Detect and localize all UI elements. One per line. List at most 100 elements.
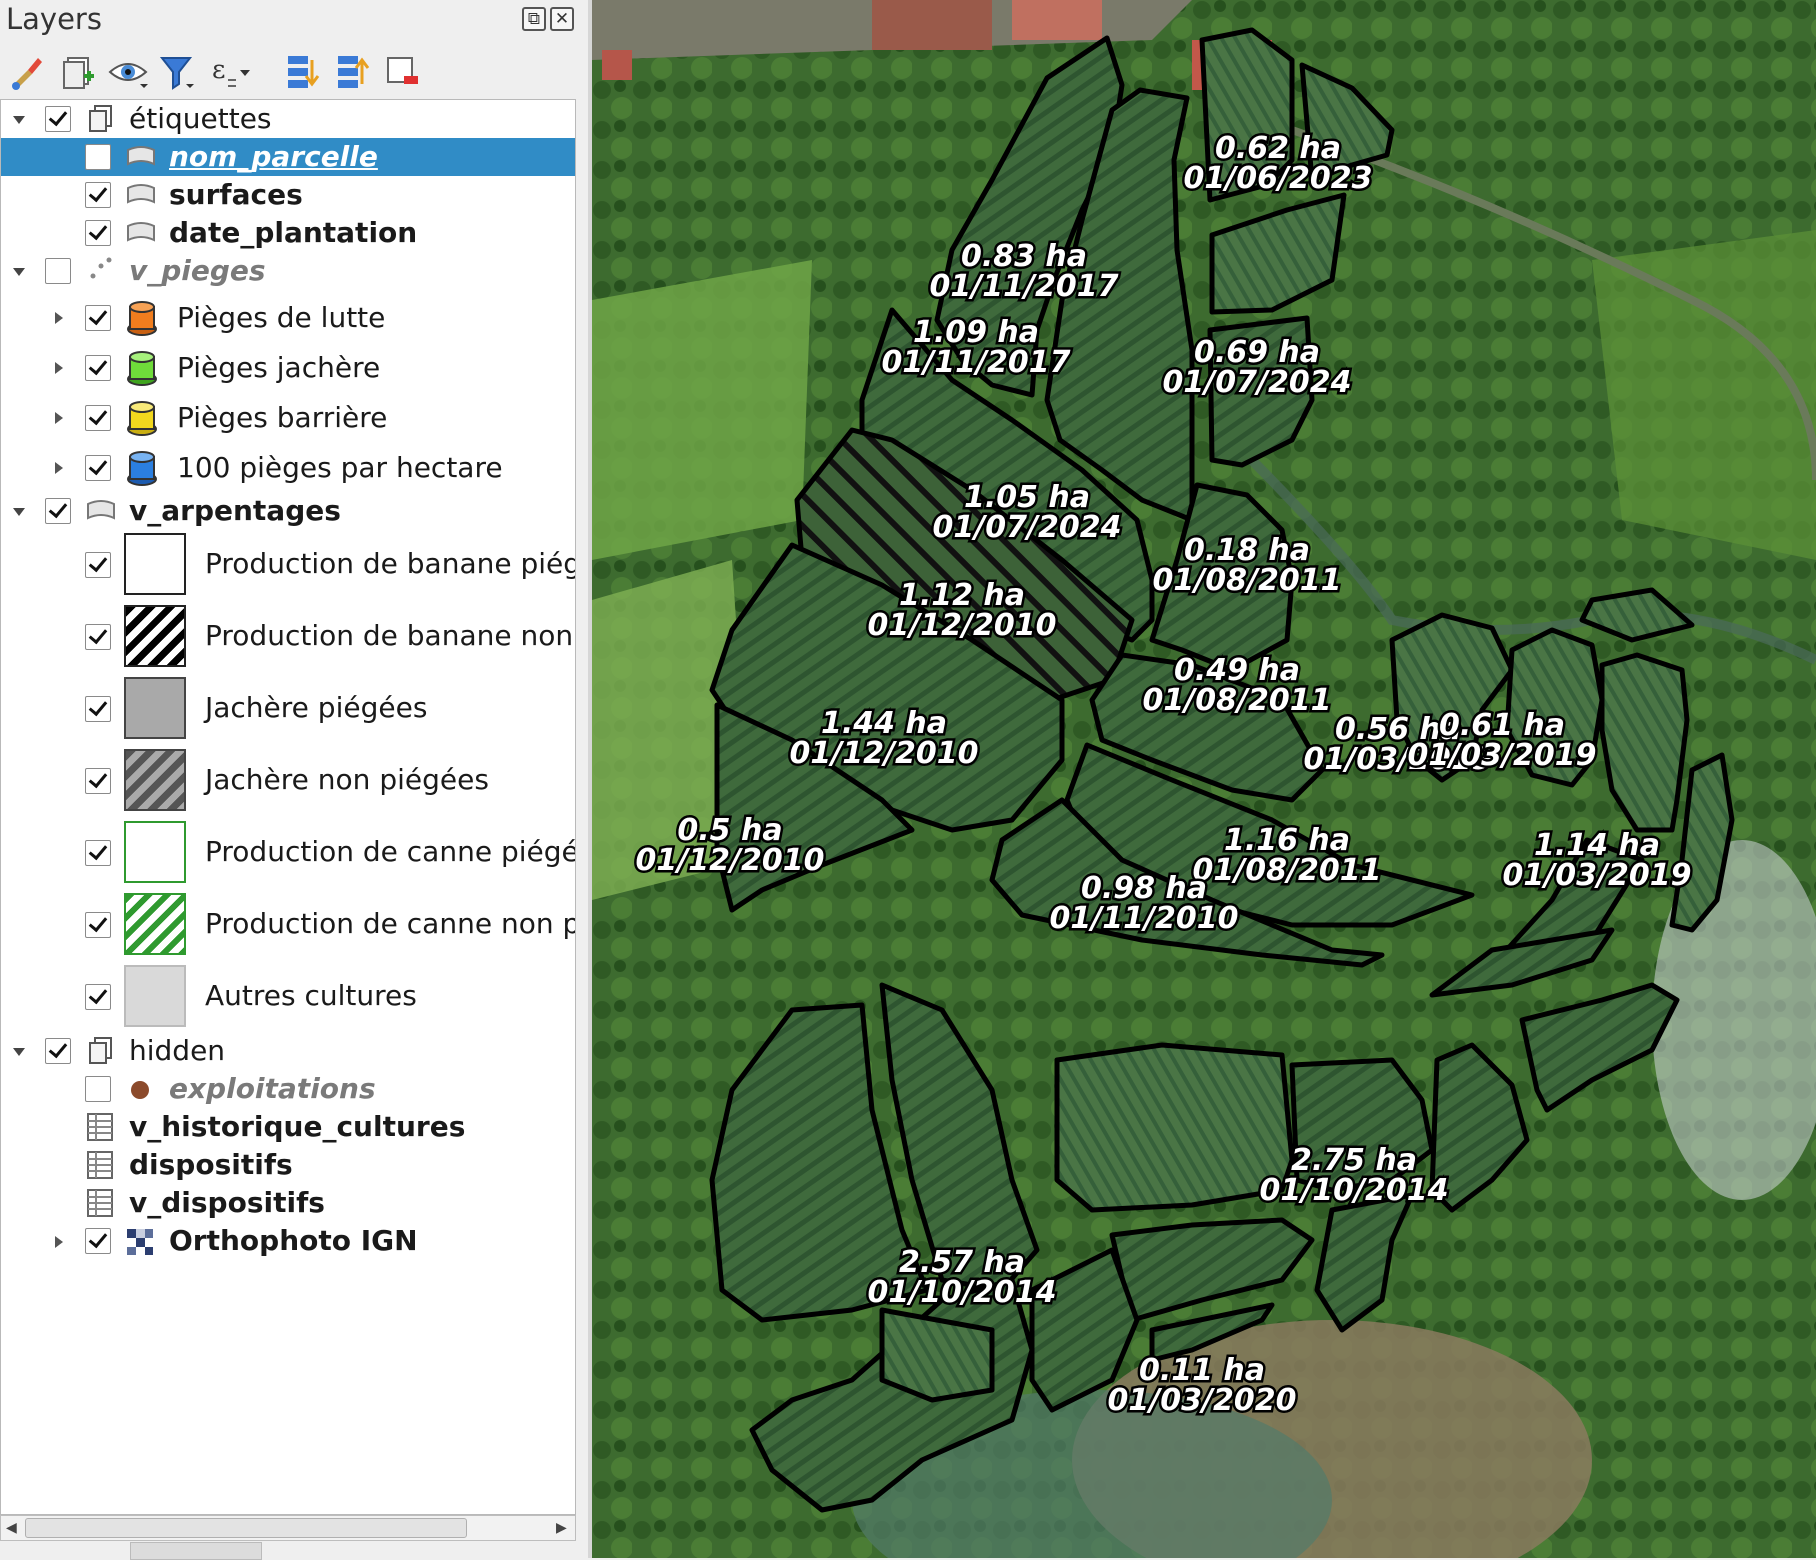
swatch-green-hatch xyxy=(124,893,186,955)
layer-surfaces[interactable]: surfaces xyxy=(1,176,575,214)
checkbox-v-pieges[interactable] xyxy=(45,258,71,284)
trap-orange-icon xyxy=(127,301,157,336)
checkbox-class[interactable] xyxy=(85,696,111,722)
layer-label: v_pieges xyxy=(129,254,266,287)
expand-all-icon[interactable] xyxy=(280,50,324,94)
filter-legend-icon[interactable] xyxy=(156,50,200,94)
chevron-right-icon[interactable] xyxy=(51,310,67,326)
parcel-date-label: 01/03/2020 xyxy=(1108,1383,1297,1418)
legend-class-1[interactable]: Production de banane non piégées xyxy=(1,605,575,667)
visibility-eye-icon[interactable] xyxy=(106,50,150,94)
checkbox-piege[interactable] xyxy=(85,305,111,331)
legend-class-0[interactable]: Production de banane piégées xyxy=(1,533,575,595)
parcel-date-label: 01/08/2011 xyxy=(1153,563,1342,598)
group-hidden[interactable]: hidden xyxy=(1,1032,575,1070)
layer-date-plantation[interactable]: date_plantation xyxy=(1,214,575,252)
horizontal-scrollbar[interactable]: ◀ ▶ xyxy=(0,1515,576,1541)
checkbox-piege[interactable] xyxy=(85,455,111,481)
checkbox-class[interactable] xyxy=(85,768,111,794)
chevron-right-icon[interactable] xyxy=(51,360,67,376)
add-group-icon[interactable] xyxy=(56,50,100,94)
scrollbar-thumb[interactable] xyxy=(25,1518,467,1538)
checkbox-exploitations[interactable] xyxy=(85,1076,111,1102)
legend-piege-1[interactable]: Pièges jachère xyxy=(1,346,575,390)
close-panel-button[interactable]: ✕ xyxy=(550,7,574,31)
table-icon xyxy=(87,1151,113,1179)
legend-label: Pièges de lutte xyxy=(177,301,386,334)
layer-label: dispositifs xyxy=(129,1148,293,1181)
layer-v-historique-cultures[interactable]: v_historique_cultures xyxy=(1,1108,575,1146)
checkbox-piege[interactable] xyxy=(85,405,111,431)
legend-label: Pièges jachère xyxy=(177,351,381,384)
checkbox-class[interactable] xyxy=(85,984,111,1010)
layer-v-arpentages[interactable]: v_arpentages xyxy=(1,492,575,530)
layer-label: v_dispositifs xyxy=(129,1186,325,1219)
parcel-date-label: 01/12/2010 xyxy=(790,736,979,771)
expression-filter-icon[interactable]: ε xyxy=(206,50,250,94)
group-icon xyxy=(89,1037,112,1064)
parcel-275-a[interactable] xyxy=(1054,1042,1295,1213)
checkbox-piege[interactable] xyxy=(85,355,111,381)
swatch-grey xyxy=(124,677,186,739)
group-etiquettes[interactable]: étiquettes xyxy=(1,100,575,138)
checkbox-class[interactable] xyxy=(85,552,111,578)
swatch-light-grey xyxy=(124,965,186,1027)
layer-label: nom_parcelle xyxy=(169,140,378,173)
layer-nom-parcelle[interactable]: nom_parcelle xyxy=(1,138,575,176)
checkbox-hidden[interactable] xyxy=(45,1038,71,1064)
checkbox-class[interactable] xyxy=(85,840,111,866)
orthophoto-map[interactable]: 0.62 ha01/06/20230.83 ha01/11/20171.09 h… xyxy=(592,0,1816,1558)
trap-blue-icon xyxy=(127,451,157,486)
chevron-down-icon[interactable] xyxy=(11,1044,27,1060)
layer-v-pieges[interactable]: v_pieges xyxy=(1,252,575,290)
scroll-left-icon[interactable]: ◀ xyxy=(6,1520,17,1536)
legend-class-2[interactable]: Jachère piégées xyxy=(1,677,575,739)
legend-piege-0[interactable]: Pièges de lutte xyxy=(1,296,575,340)
checkbox-date-plantation[interactable] xyxy=(85,220,111,246)
legend-piege-2[interactable]: Pièges barrière xyxy=(1,396,575,440)
layer-tree: étiquettes nom_parcelle surfaces date_pl… xyxy=(0,99,576,1515)
legend-class-4[interactable]: Production de canne piégées xyxy=(1,821,575,883)
swatch-white xyxy=(124,533,186,595)
chevron-right-icon[interactable] xyxy=(51,460,67,476)
collapse-all-icon[interactable] xyxy=(330,50,374,94)
remove-layer-icon[interactable] xyxy=(380,50,424,94)
layer-v-dispositifs[interactable]: v_dispositifs xyxy=(1,1184,575,1222)
parcel-date-label: 01/08/2011 xyxy=(1143,683,1332,718)
layers-panel: Layers ⧉ ✕ ε étiquettes nom_parcelle sur… xyxy=(0,0,588,1560)
layer-dispositifs[interactable]: dispositifs xyxy=(1,1146,575,1184)
style-manager-icon[interactable] xyxy=(6,50,50,94)
scroll-right-icon[interactable]: ▶ xyxy=(556,1520,567,1536)
panel-header: Layers ⧉ ✕ xyxy=(0,0,588,44)
legend-piege-3[interactable]: 100 pièges par hectare xyxy=(1,446,575,490)
parcel-date-label: 01/10/2014 xyxy=(1260,1173,1449,1208)
legend-class-6[interactable]: Autres cultures xyxy=(1,965,575,1027)
checkbox-surfaces[interactable] xyxy=(85,182,111,208)
chevron-down-icon[interactable] xyxy=(11,504,27,520)
checkbox-class[interactable] xyxy=(85,912,111,938)
legend-class-3[interactable]: Jachère non piégées xyxy=(1,749,575,811)
parcel-date-label: 01/06/2023 xyxy=(1184,161,1373,196)
chevron-down-icon[interactable] xyxy=(11,264,27,280)
checkbox-orthophoto[interactable] xyxy=(85,1228,111,1254)
layer-orthophoto[interactable]: Orthophoto IGN xyxy=(1,1222,575,1260)
polygon-layer-icon xyxy=(87,500,115,520)
legend-class-5[interactable]: Production de canne non piégées xyxy=(1,893,575,955)
layer-exploitations[interactable]: exploitations xyxy=(1,1070,575,1108)
parcel-date-label: 01/11/2017 xyxy=(882,345,1071,380)
chevron-right-icon[interactable] xyxy=(51,1234,67,1250)
float-panel-button[interactable]: ⧉ xyxy=(522,7,546,31)
checkbox-v-arpentages[interactable] xyxy=(45,498,71,524)
checkbox-nom-parcelle[interactable] xyxy=(85,144,111,170)
point-layer-icon xyxy=(90,257,112,279)
chevron-down-icon[interactable] xyxy=(11,112,27,128)
checkbox-etiquettes[interactable] xyxy=(45,106,71,132)
legend-label: Production de banane non piégées xyxy=(205,619,575,652)
checkbox-class[interactable] xyxy=(85,624,111,650)
swatch-green-outline xyxy=(124,821,186,883)
table-icon xyxy=(87,1189,113,1217)
map-canvas[interactable]: 0.62 ha 01/06/2023 0.83 ha 01/11/2017 1.09 h… xyxy=(592,0,1816,1558)
layers-toolbar: ε xyxy=(0,46,588,98)
chevron-right-icon[interactable] xyxy=(51,410,67,426)
panel-resize-handle[interactable] xyxy=(130,1542,262,1560)
